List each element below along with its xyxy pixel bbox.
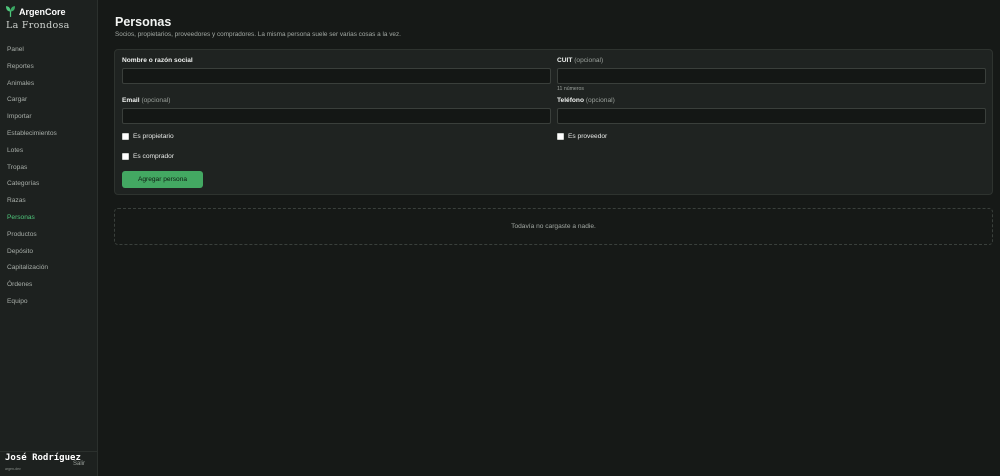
user-name: José Rodríguez xyxy=(5,453,81,463)
brand-name: ArgenCore xyxy=(19,6,66,17)
email-label: Email (opcional) xyxy=(122,97,170,104)
brand[interactable]: ArgenCore xyxy=(6,6,66,17)
email-label-text: Email xyxy=(122,97,140,104)
user-panel: José Rodríguez argen-dev Salir xyxy=(0,451,97,476)
sidebar-item-reportes[interactable]: Reportes xyxy=(0,59,97,76)
sidebar-item-cargar[interactable]: Cargar xyxy=(0,92,97,109)
supplier-checkbox-box[interactable] xyxy=(557,133,564,140)
owner-checkbox-box[interactable] xyxy=(122,133,129,140)
cuit-hint: 11 números xyxy=(557,86,585,92)
cuit-label: CUIT (opcional) xyxy=(557,57,603,64)
cuit-optional: (opcional) xyxy=(574,57,604,64)
name-label: Nombre o razón social xyxy=(122,57,193,64)
people-list-empty: Todavía no cargaste a nadie. xyxy=(114,208,993,245)
sidebar-nav: Panel Reportes Animales Cargar Importar … xyxy=(0,42,97,311)
buyer-checkbox-label: Es comprador xyxy=(133,153,175,160)
leaf-icon xyxy=(6,6,15,17)
logout-link[interactable]: Salir xyxy=(73,461,85,467)
email-input[interactable] xyxy=(122,108,551,124)
page-title: Personas xyxy=(115,15,172,29)
sidebar-item-animales[interactable]: Animales xyxy=(0,76,97,93)
sidebar-item-establecimientos[interactable]: Establecimientos xyxy=(0,126,97,143)
sidebar-item-tropas[interactable]: Tropas xyxy=(0,160,97,177)
sidebar-item-ordenes[interactable]: Órdenes xyxy=(0,277,97,294)
add-person-button[interactable]: Agregar persona xyxy=(122,171,203,188)
sidebar-item-importar[interactable]: Importar xyxy=(0,109,97,126)
email-optional: (opcional) xyxy=(141,97,171,104)
cuit-label-text: CUIT xyxy=(557,57,573,64)
sidebar-item-capitalizacion[interactable]: Capitalización xyxy=(0,260,97,277)
sidebar-item-productos[interactable]: Productos xyxy=(0,227,97,244)
sidebar: ArgenCore La Frondosa Panel Reportes Ani… xyxy=(0,0,98,476)
page-subtitle: Socios, propietarios, proveedores y comp… xyxy=(115,31,401,38)
supplier-checkbox[interactable]: Es proveedor xyxy=(557,133,607,140)
supplier-checkbox-label: Es proveedor xyxy=(568,133,608,140)
name-label-text: Nombre o razón social xyxy=(122,57,193,64)
buyer-checkbox-box[interactable] xyxy=(122,153,129,160)
sidebar-item-personas[interactable]: Personas xyxy=(0,210,97,227)
phone-label: Teléfono (opcional) xyxy=(557,97,615,104)
name-input[interactable] xyxy=(122,68,551,84)
empty-state-text: Todavía no cargaste a nadie. xyxy=(511,223,596,230)
buyer-checkbox[interactable]: Es comprador xyxy=(122,153,174,160)
phone-label-text: Teléfono xyxy=(557,97,584,104)
organization-name[interactable]: La Frondosa xyxy=(6,20,70,31)
sidebar-item-razas[interactable]: Razas xyxy=(0,193,97,210)
cuit-input[interactable] xyxy=(557,68,986,84)
add-person-form: Nombre o razón social CUIT (opcional) 11… xyxy=(114,49,993,195)
owner-checkbox-label: Es propietario xyxy=(133,133,174,140)
sidebar-item-lotes[interactable]: Lotes xyxy=(0,143,97,160)
phone-input[interactable] xyxy=(557,108,986,124)
sidebar-item-deposito[interactable]: Depósito xyxy=(0,244,97,261)
sidebar-item-panel[interactable]: Panel xyxy=(0,42,97,59)
owner-checkbox[interactable]: Es propietario xyxy=(122,133,174,140)
phone-optional: (opcional) xyxy=(585,97,615,104)
sidebar-item-equipo[interactable]: Equipo xyxy=(0,294,97,311)
sidebar-item-categorias[interactable]: Categorías xyxy=(0,176,97,193)
user-subtitle: argen-dev xyxy=(5,467,21,471)
